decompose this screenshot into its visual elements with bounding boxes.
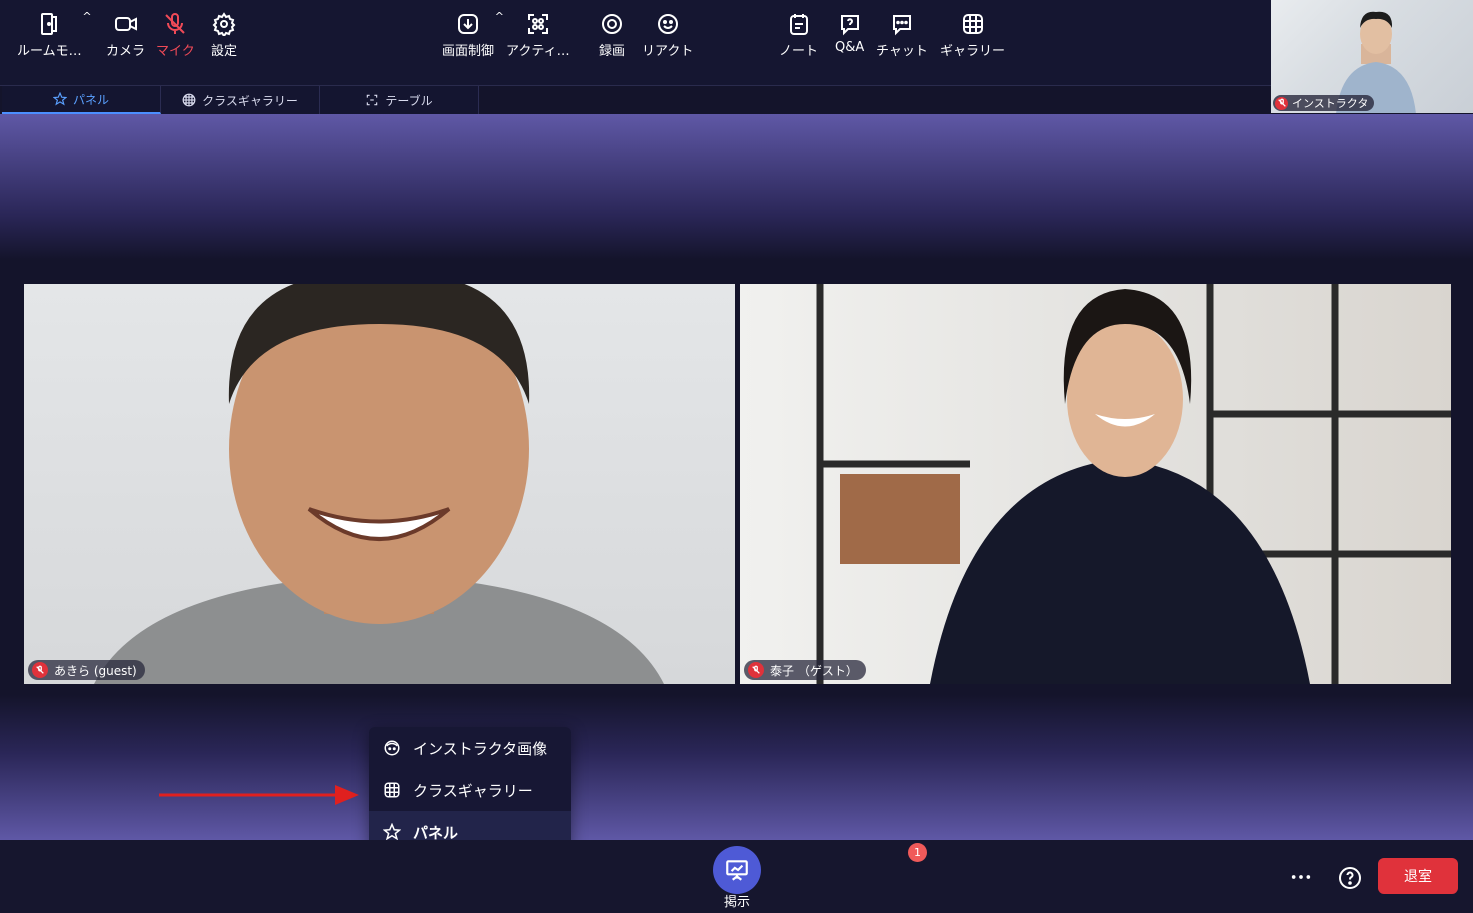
participant-image bbox=[94, 284, 664, 684]
table-icon bbox=[367, 94, 378, 106]
help-icon[interactable] bbox=[1338, 866, 1362, 890]
chat-button[interactable]: チャット bbox=[876, 12, 928, 59]
chat-unread-badge: 1 bbox=[908, 843, 927, 862]
participant-video[interactable]: 泰子 （ゲスト） bbox=[740, 284, 1451, 684]
qa-label: Q&A bbox=[835, 40, 865, 55]
instructor-name-tag: インストラクタ bbox=[1273, 95, 1375, 111]
smile-icon bbox=[657, 14, 678, 34]
participant-name-tag: 泰子 （ゲスト） bbox=[744, 660, 866, 680]
mic-label: マイク bbox=[156, 44, 195, 59]
participant-name: あきら (guest) bbox=[54, 663, 137, 678]
instructor-video[interactable]: インストラクタ bbox=[1271, 0, 1473, 113]
tab-label: クラスギャラリー bbox=[202, 93, 298, 108]
grid-icon bbox=[384, 782, 400, 798]
download-icon bbox=[458, 14, 478, 34]
mic-muted-icon bbox=[32, 662, 48, 678]
menu-item-instructor-image[interactable]: インストラクタ画像 bbox=[369, 727, 571, 769]
view-tabs: パネル クラスギャラリー テーブル bbox=[2, 86, 479, 114]
mic-button[interactable]: マイク bbox=[156, 12, 195, 59]
gear-icon bbox=[212, 12, 236, 36]
star-icon bbox=[52, 92, 67, 106]
react-label: リアクト bbox=[642, 44, 694, 59]
mic-muted-icon bbox=[748, 662, 764, 678]
react-button[interactable]: リアクト bbox=[642, 12, 693, 59]
mic-off-icon bbox=[165, 13, 186, 34]
tab-table[interactable]: テーブル bbox=[320, 86, 479, 114]
room-mode-button[interactable]: ^ ルームモ… bbox=[17, 10, 92, 59]
gallery-label: ギャラリー bbox=[940, 44, 1006, 59]
arrow-annotation bbox=[159, 785, 359, 805]
notes-label: ノート bbox=[779, 44, 819, 59]
chat-label: チャット bbox=[876, 44, 928, 59]
face-icon bbox=[384, 740, 400, 756]
chevron-up-icon: ^ bbox=[494, 10, 505, 23]
record-button[interactable]: 録画 bbox=[599, 12, 625, 59]
present-label: 掲示 bbox=[724, 895, 751, 910]
camera-button[interactable]: カメラ bbox=[106, 12, 145, 59]
tab-class-gallery[interactable]: クラスギャラリー bbox=[161, 86, 320, 114]
menu-item-label: クラスギャラリー bbox=[413, 781, 533, 800]
settings-button[interactable]: 設定 bbox=[211, 12, 237, 59]
instructor-label: インストラクタ bbox=[1292, 97, 1369, 110]
record-label: 録画 bbox=[599, 44, 626, 59]
record-icon bbox=[602, 14, 622, 34]
room-mode-label: ルームモ… bbox=[17, 44, 82, 59]
grid-icon bbox=[182, 93, 196, 107]
chevron-up-icon: ^ bbox=[82, 10, 92, 23]
tab-panel[interactable]: パネル bbox=[2, 86, 161, 114]
notes-button[interactable]: ノート bbox=[779, 12, 818, 59]
camera-icon bbox=[114, 17, 137, 31]
settings-label: 設定 bbox=[211, 44, 238, 59]
presentation-icon bbox=[726, 860, 748, 881]
activity-button[interactable]: アクティ… bbox=[506, 12, 570, 59]
star-icon bbox=[383, 823, 401, 841]
more-icon[interactable] bbox=[1290, 866, 1312, 888]
tab-label: テーブル bbox=[385, 93, 433, 108]
layout-menu: インストラクタ画像 クラスギャラリー パネル bbox=[369, 727, 571, 853]
present-button[interactable] bbox=[713, 846, 761, 894]
activity-icon bbox=[527, 14, 548, 34]
qa-button[interactable]: Q&A bbox=[835, 12, 864, 55]
screen-control-button[interactable]: ^ 画面制御 bbox=[442, 10, 504, 59]
camera-label: カメラ bbox=[106, 44, 146, 59]
menu-item-class-gallery[interactable]: クラスギャラリー bbox=[369, 769, 571, 811]
grid-icon bbox=[962, 14, 983, 34]
participant-name-tag: あきら (guest) bbox=[28, 660, 145, 680]
participant-name: 泰子 （ゲスト） bbox=[770, 663, 858, 678]
participant-image bbox=[816, 284, 1451, 684]
mic-muted-icon bbox=[1275, 96, 1288, 110]
door-icon bbox=[41, 13, 58, 35]
screen-control-label: 画面制御 bbox=[442, 44, 495, 59]
chat-icon bbox=[892, 15, 911, 36]
menu-item-label: インストラクタ画像 bbox=[413, 739, 548, 758]
tab-label: パネル bbox=[72, 92, 109, 107]
note-icon bbox=[789, 14, 808, 35]
gallery-button[interactable]: ギャラリー bbox=[940, 12, 1005, 59]
participant-video[interactable]: あきら (guest) bbox=[24, 284, 735, 684]
activity-label: アクティ… bbox=[506, 44, 570, 59]
leave-button[interactable]: 退室 bbox=[1378, 858, 1458, 894]
question-bubble-icon bbox=[840, 15, 859, 36]
